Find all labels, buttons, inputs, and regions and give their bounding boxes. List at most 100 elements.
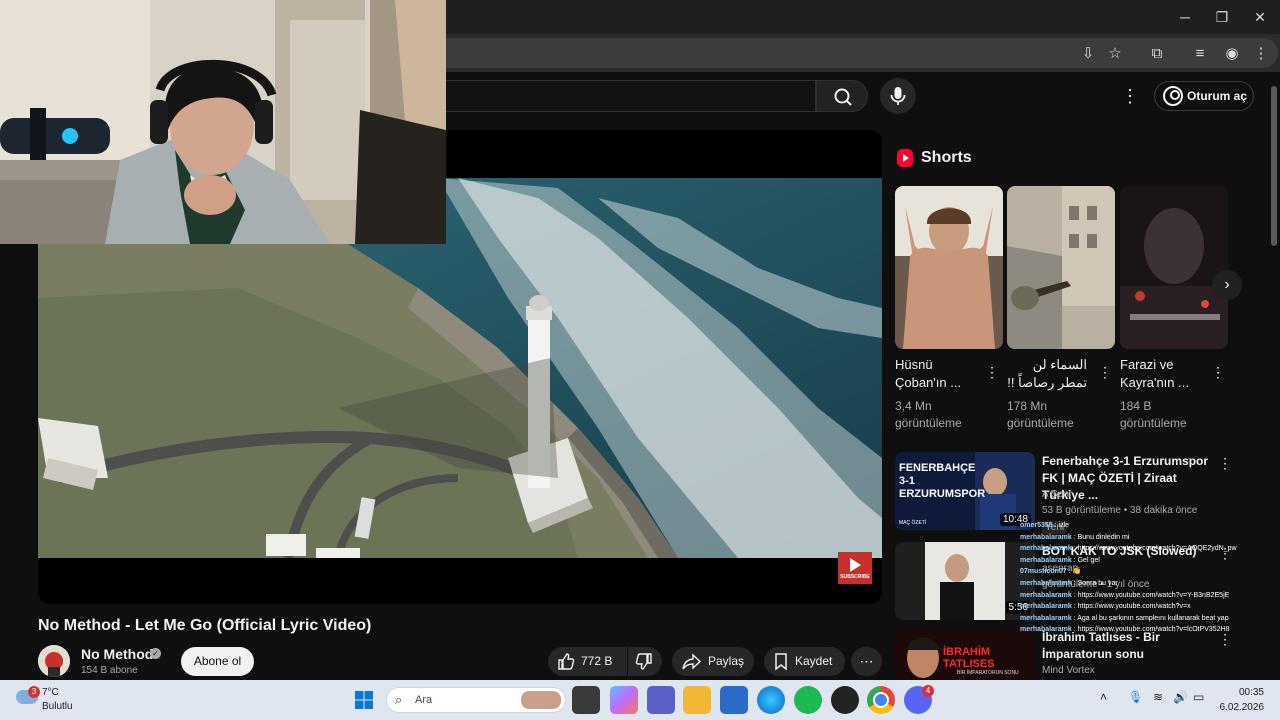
short-title[interactable]: Farazi ve Kayra'nın ... xyxy=(1120,356,1200,392)
short-menu-icon[interactable]: ⋮ xyxy=(985,364,999,381)
share-label: Paylaş xyxy=(708,654,745,668)
chevron-right-icon: › xyxy=(1224,276,1230,293)
search-button[interactable] xyxy=(816,80,868,112)
save-button[interactable]: Kaydet xyxy=(764,647,845,676)
copilot-icon[interactable] xyxy=(610,686,638,714)
media-control-icon[interactable]: ≡ xyxy=(1189,43,1211,65)
short-views: 184 B görüntüleme xyxy=(1120,399,1187,430)
profile-icon[interactable]: ◉ xyxy=(1221,43,1243,65)
chrome-center-icon xyxy=(873,692,889,708)
search-highlight-icon xyxy=(521,691,561,709)
short-views: 178 Mn görüntüleme xyxy=(1007,399,1074,430)
tray-chevron-icon[interactable]: ˄ xyxy=(1100,690,1107,704)
spotify-icon[interactable] xyxy=(794,686,822,714)
search-icon xyxy=(834,88,852,106)
chat-message: merhabalaramk : Sonra bu var xyxy=(1020,579,1118,587)
save-label: Kaydet xyxy=(795,654,833,668)
microphone-icon xyxy=(890,87,906,105)
search-input[interactable] xyxy=(446,80,816,112)
short-menu-icon[interactable]: ⋮ xyxy=(1098,364,1112,381)
short-thumbnail[interactable] xyxy=(1120,186,1228,349)
thumbnail-subtext: MAÇ ÖZETİ xyxy=(899,520,927,526)
thumbnail-text: İBRAHİM TATLISES xyxy=(943,646,995,670)
chat-message: 07musticon07 : 👏 xyxy=(1020,568,1082,576)
subscribe-button[interactable]: Abone ol xyxy=(181,647,254,676)
minimize-button[interactable]: ─ xyxy=(1174,6,1196,28)
bookmark-star-icon[interactable]: ☆ xyxy=(1104,43,1126,65)
short-thumbnail[interactable] xyxy=(1007,186,1115,349)
chat-message: omer5355 : izle xyxy=(1020,522,1070,529)
sign-in-button[interactable]: Oturum aç xyxy=(1154,81,1254,111)
video-thumbnail[interactable]: FENERBAHÇE 3-1 ERZURUMSPOR MAÇ ÖZETİ 10:… xyxy=(895,452,1035,530)
channel-name[interactable]: Mind Vortex xyxy=(1042,665,1095,676)
video-thumbnail[interactable]: İBRAHİM TATLISES BİR İMPARATORUN SONU xyxy=(895,628,1035,680)
video-menu-icon[interactable]: ⋮ xyxy=(1218,455,1232,472)
subscribe-watermark[interactable]: SUBSCRIBE xyxy=(838,552,872,584)
settings-menu-icon[interactable]: ⋮ xyxy=(1118,84,1142,108)
chat-message: merhabalaramk : https://www.youtube.com/… xyxy=(1020,545,1237,553)
obs-icon[interactable] xyxy=(831,686,859,714)
close-window-button[interactable]: ✕ xyxy=(1249,6,1271,28)
clock-time[interactable]: 00:35 xyxy=(1218,687,1264,698)
channel-name[interactable]: No Method xyxy=(81,646,153,662)
channel-avatar[interactable] xyxy=(38,645,70,677)
taskbar-search-box[interactable]: ⌕ xyxy=(386,687,566,713)
restore-button[interactable]: ❐ xyxy=(1211,6,1233,28)
webcam-overlay xyxy=(0,0,446,244)
chat-message: merhabalaramk : https://www.youtube.com/… xyxy=(1020,603,1191,611)
chat-message: merhabalaramk : https://www.youtube.com/… xyxy=(1020,591,1230,599)
weather-badge: 3 xyxy=(28,686,40,698)
battery-icon[interactable]: ▭ xyxy=(1193,690,1204,704)
shorts-logo-icon xyxy=(897,149,913,167)
teams-icon[interactable] xyxy=(647,686,675,714)
discord-badge: 4 xyxy=(922,685,934,697)
microphone-tray-icon[interactable]: 🎙 xyxy=(1128,690,1143,704)
stream-chat-overlay: omer5355 : izle merhabalaramk : Bunu din… xyxy=(1020,520,1270,636)
store-icon[interactable] xyxy=(720,686,748,714)
taskbar-search-placeholder: Ara xyxy=(415,694,433,706)
short-title[interactable]: السماء لن تمطر رصاصاً !! xyxy=(1007,356,1087,392)
verified-check-icon: ✓ xyxy=(150,648,161,659)
webcam-feed-image xyxy=(0,0,446,244)
subscribe-watermark-label: SUBSCRIBE xyxy=(840,574,870,580)
windows-logo-icon xyxy=(355,691,373,709)
chat-message: merhabalaramk : Bunu dinledin mi xyxy=(1020,533,1130,541)
task-view-icon[interactable] xyxy=(572,686,600,714)
extensions-icon[interactable]: ⧉ xyxy=(1146,43,1168,65)
scrollbar-thumb[interactable] xyxy=(1271,86,1277,246)
like-button[interactable]: 772 B xyxy=(548,647,627,676)
shorts-heading: Shorts xyxy=(921,149,972,166)
install-app-icon[interactable]: ⇩ xyxy=(1077,43,1099,65)
thumbnail-text: FENERBAHÇE 3-1 ERZURUMSPOR xyxy=(899,462,986,500)
browser-menu-icon[interactable]: ⋮ xyxy=(1250,43,1272,65)
video-title: No Method - Let Me Go (Official Lyric Vi… xyxy=(38,617,372,634)
weather-temperature[interactable]: 7°C xyxy=(42,687,59,698)
video-thumbnail[interactable]: 5:56 xyxy=(895,542,1035,620)
account-icon xyxy=(1163,86,1183,106)
play-icon xyxy=(850,558,861,572)
file-explorer-icon[interactable] xyxy=(683,686,711,714)
subscriber-count: 154 B abone xyxy=(81,665,138,676)
short-views: 3,4 Mn görüntüleme xyxy=(895,399,962,430)
voice-search-button[interactable] xyxy=(880,78,916,114)
share-button[interactable]: Paylaş xyxy=(672,647,754,676)
volume-icon[interactable]: 🔊 xyxy=(1173,690,1188,704)
chat-message: merhabalaramk : Aga al bu şarkının sampl… xyxy=(1020,614,1229,622)
video-meta: 53 B görüntüleme • 38 dakika önce xyxy=(1042,505,1198,516)
shorts-next-button[interactable]: › xyxy=(1212,270,1242,300)
chat-message: merhabalaramk : Gel gel xyxy=(1020,556,1100,564)
short-menu-icon[interactable]: ⋮ xyxy=(1211,364,1225,381)
weather-description[interactable]: Bulutlu xyxy=(42,701,73,712)
dislike-button[interactable] xyxy=(628,647,662,676)
short-title[interactable]: Hüsnü Çoban'ın ... xyxy=(895,356,975,392)
channel-name[interactable]: A Spor xyxy=(1042,489,1072,500)
thumbnail-subtext: BİR İMPARATORUN SONU xyxy=(957,670,1019,676)
edge-icon[interactable] xyxy=(757,686,785,714)
like-count: 772 B xyxy=(581,654,613,668)
short-thumbnail[interactable] xyxy=(895,186,1003,349)
clock-date[interactable]: 6.02.2026 xyxy=(1218,702,1265,713)
start-button[interactable] xyxy=(350,686,378,714)
search-icon: ⌕ xyxy=(395,692,403,707)
wifi-icon[interactable]: ≋ xyxy=(1153,690,1163,704)
more-actions-button[interactable]: ⋯ xyxy=(851,647,882,676)
